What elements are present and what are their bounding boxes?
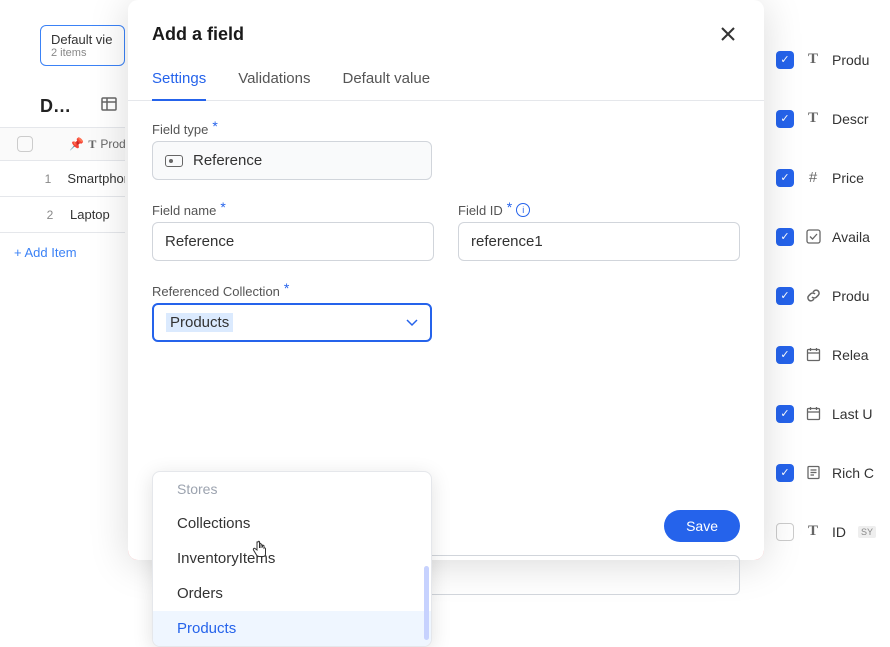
required-star: * — [284, 280, 289, 296]
pin-icon: 📌 — [69, 137, 84, 151]
tab-settings[interactable]: Settings — [152, 70, 206, 101]
view-chip[interactable]: Default vie 2 items — [40, 25, 125, 66]
boolean-icon — [804, 229, 822, 244]
field-id-input[interactable] — [458, 222, 740, 261]
dropdown-group-label: Stores — [153, 472, 431, 506]
text-icon: T — [804, 51, 822, 68]
dropdown-item[interactable]: Collections — [153, 506, 431, 541]
required-star: * — [212, 118, 217, 134]
close-button[interactable] — [716, 22, 740, 46]
field-checkbox-checked[interactable]: ✓ — [776, 51, 794, 69]
referenced-collection-label: Referenced Collection* — [152, 283, 432, 299]
field-checkbox-checked[interactable]: ✓ — [776, 287, 794, 305]
table-view-icon[interactable] — [101, 96, 117, 117]
view-chip-title: Default vie — [51, 32, 114, 47]
tab-validations[interactable]: Validations — [238, 70, 310, 100]
system-badge: SY — [858, 526, 876, 538]
calendar-icon — [804, 406, 822, 421]
field-list-item[interactable]: TIDSY — [770, 502, 890, 561]
dropdown-item[interactable]: InventoryItems — [153, 541, 431, 576]
richtext-icon — [804, 465, 822, 480]
view-chip-count: 2 items — [51, 47, 114, 59]
cursor-pointer-icon — [252, 540, 268, 561]
table-row[interactable]: 1 Smartphor — [0, 161, 125, 197]
field-list-item[interactable]: ✓TProdu — [770, 30, 890, 89]
field-name-label: Field name* — [152, 202, 434, 218]
field-checkbox-checked[interactable]: ✓ — [776, 346, 794, 364]
referenced-collection-select[interactable]: Products — [152, 303, 432, 342]
field-checkbox-checked[interactable]: ✓ — [776, 110, 794, 128]
field-list-item[interactable]: ✓Produ — [770, 266, 890, 325]
field-checkbox-checked[interactable]: ✓ — [776, 464, 794, 482]
collection-dropdown: Stores Collections InventoryItems Orders… — [152, 471, 432, 647]
column-header-label: Prod — [100, 137, 125, 151]
tab-default-value[interactable]: Default value — [342, 70, 430, 100]
plus-icon: + — [14, 245, 25, 260]
add-field-modal: Add a field Settings Validations Default… — [128, 0, 764, 560]
modal-title: Add a field — [152, 24, 244, 45]
select-all-checkbox[interactable] — [17, 136, 33, 152]
field-type-selector[interactable]: Reference — [152, 141, 432, 180]
table-row[interactable]: 2 Laptop — [0, 197, 125, 233]
text-icon: T — [804, 110, 822, 127]
text-icon: T — [804, 523, 822, 540]
modal-tabs: Settings Validations Default value — [128, 56, 764, 101]
close-icon — [720, 26, 736, 42]
reference-icon — [165, 155, 183, 167]
chevron-down-icon — [406, 316, 418, 330]
field-list-item[interactable]: ✓Last U — [770, 384, 890, 443]
row-number: 1 — [38, 172, 57, 186]
field-list-item[interactable]: ✓#Price — [770, 148, 890, 207]
row-number: 2 — [40, 208, 60, 222]
field-checkbox-checked[interactable]: ✓ — [776, 405, 794, 423]
info-icon[interactable]: i — [516, 203, 530, 217]
number-icon: # — [804, 169, 822, 186]
field-type-value: Reference — [193, 152, 262, 169]
field-list-item[interactable]: ✓TDescr — [770, 89, 890, 148]
link-icon — [804, 288, 822, 303]
calendar-icon — [804, 347, 822, 362]
save-button[interactable]: Save — [664, 510, 740, 542]
required-star: * — [507, 199, 512, 215]
field-type-label: Field type* — [152, 121, 740, 137]
field-checkbox-unchecked[interactable] — [776, 523, 794, 541]
scrollbar-thumb[interactable] — [424, 566, 429, 640]
collection-initial: D… — [40, 96, 71, 117]
dropdown-item-selected[interactable]: Products — [153, 611, 431, 646]
field-name-input[interactable] — [152, 222, 434, 261]
dropdown-item[interactable]: Orders — [153, 576, 431, 611]
table-header-row: 📌 T Prod — [0, 127, 125, 161]
field-checkbox-checked[interactable]: ✓ — [776, 228, 794, 246]
field-list-sidebar: ✓TProdu ✓TDescr ✓#Price ✓Availa ✓Produ ✓… — [770, 30, 890, 561]
select-value: Products — [166, 313, 233, 332]
field-list-item[interactable]: ✓Rich C — [770, 443, 890, 502]
row-cell: Smartphor — [57, 171, 125, 186]
required-star: * — [220, 199, 225, 215]
add-item-button[interactable]: + Add Item — [0, 233, 125, 272]
field-id-label: Field ID* i — [458, 202, 740, 218]
field-checkbox-checked[interactable]: ✓ — [776, 169, 794, 187]
field-list-item[interactable]: ✓Availa — [770, 207, 890, 266]
field-list-item[interactable]: ✓Relea — [770, 325, 890, 384]
row-cell: Laptop — [60, 207, 110, 222]
